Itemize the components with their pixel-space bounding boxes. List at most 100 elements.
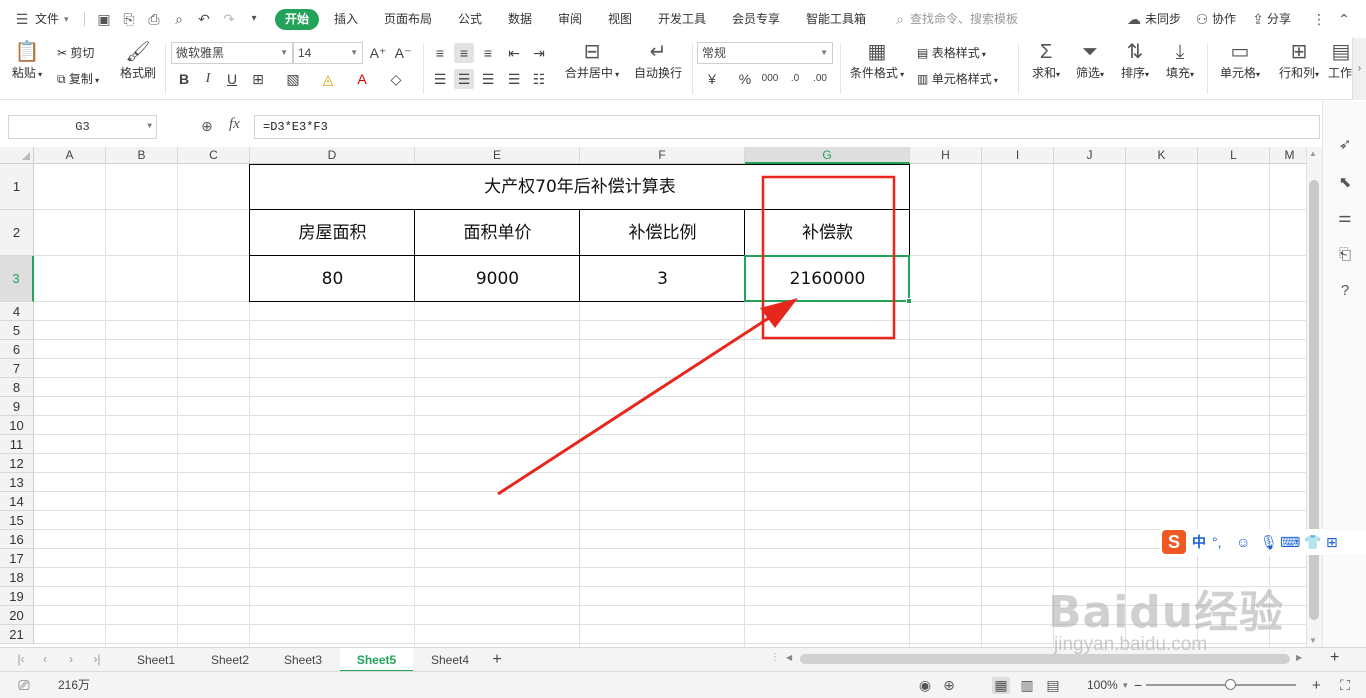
row-header-2[interactable]: 2: [0, 210, 34, 256]
column-header-d[interactable]: D: [250, 147, 415, 164]
grid-menu-icon[interactable]: ⊞: [1326, 533, 1338, 551]
scroll-up-icon[interactable]: ▲: [1309, 149, 1317, 158]
tab-developer[interactable]: 开发工具: [658, 0, 706, 38]
scroll-down-icon[interactable]: ▼: [1309, 636, 1317, 645]
column-header-g[interactable]: G: [745, 147, 910, 164]
sheet-tab-sheet4[interactable]: Sheet4: [414, 648, 486, 672]
justify-icon[interactable]: ☰: [504, 69, 524, 89]
table-style-button[interactable]: ▤ 表格样式 ▾: [917, 44, 986, 61]
align-top-icon[interactable]: ≡: [430, 43, 450, 63]
collapse-ribbon-icon[interactable]: ⌃: [1336, 11, 1352, 27]
column-header-c[interactable]: C: [178, 147, 250, 164]
font-size-select[interactable]: 14 ▼: [293, 42, 363, 64]
fullscreen-icon[interactable]: ⛶: [1336, 677, 1354, 694]
row-header-5[interactable]: 5: [0, 321, 34, 340]
table-title-cell[interactable]: 大产权70年后补偿计算表: [250, 164, 910, 210]
column-header-m[interactable]: M: [1270, 147, 1306, 164]
input-method-icon[interactable]: ⊕: [940, 677, 958, 694]
number-format-select[interactable]: 常规 ▼: [697, 42, 833, 64]
tab-insert[interactable]: 插入: [334, 0, 358, 38]
align-center-icon[interactable]: ☰: [454, 69, 474, 89]
sort-button[interactable]: ⇅ 排序▾: [1117, 40, 1153, 81]
column-header-b[interactable]: B: [106, 147, 178, 164]
column-header-j[interactable]: J: [1054, 147, 1126, 164]
zoom-slider-track[interactable]: [1146, 684, 1296, 686]
tab-smart-toolbox[interactable]: 智能工具箱: [806, 0, 866, 38]
tab-formulas[interactable]: 公式: [458, 0, 482, 38]
row-header-13[interactable]: 13: [0, 473, 34, 492]
row-header-7[interactable]: 7: [0, 359, 34, 378]
value-cell-unit-price[interactable]: 9000: [415, 256, 580, 302]
quick-access-dropdown-icon[interactable]: ▾: [246, 11, 262, 27]
worksheet-button[interactable]: ▤ 工作: [1328, 40, 1352, 81]
align-bottom-icon[interactable]: ≡: [478, 43, 498, 63]
scroll-right-icon[interactable]: ▶: [1296, 653, 1302, 662]
fill-color-icon[interactable]: ▧: [283, 69, 303, 89]
decrease-decimal-icon[interactable]: .00: [810, 69, 830, 89]
column-header-h[interactable]: H: [910, 147, 982, 164]
italic-icon[interactable]: I: [198, 69, 218, 89]
wrap-text-button[interactable]: ↵ 自动换行: [630, 40, 686, 81]
row-header-10[interactable]: 10: [0, 416, 34, 435]
highlight-icon[interactable]: ◬: [318, 69, 338, 89]
print-preview-icon[interactable]: ⌕: [171, 11, 187, 27]
ribbon-scroll-right-icon[interactable]: ›: [1352, 38, 1366, 100]
fill-button[interactable]: ⤓ 填充▾: [1162, 40, 1198, 81]
zoom-in-icon[interactable]: +: [1330, 649, 1339, 667]
value-cell-compensation-ratio[interactable]: 3: [580, 256, 745, 302]
header-cell-compensation-amount[interactable]: 补偿款: [745, 210, 910, 256]
first-sheet-icon[interactable]: |‹: [14, 651, 28, 667]
skin-shirt-icon[interactable]: 👕: [1304, 533, 1321, 551]
fill-handle[interactable]: [906, 298, 912, 304]
search-icon[interactable]: ⌕: [892, 11, 908, 27]
column-header-a[interactable]: A: [34, 147, 106, 164]
sheet-tab-sheet3[interactable]: Sheet3: [267, 648, 339, 672]
microphone-icon[interactable]: 🎙: [1260, 533, 1278, 551]
cell-style-button[interactable]: ▥ 单元格样式 ▾: [917, 70, 998, 87]
command-search-input[interactable]: 查找命令、搜索模板: [910, 0, 1018, 38]
sum-readout[interactable]: 216万: [58, 672, 90, 698]
row-header-12[interactable]: 12: [0, 454, 34, 473]
row-header-16[interactable]: 16: [0, 530, 34, 549]
backup-icon[interactable]: ⎗: [1335, 245, 1355, 265]
sheet-tab-sheet1[interactable]: Sheet1: [120, 648, 192, 672]
cut-button[interactable]: ✂ 剪切: [57, 44, 94, 61]
next-sheet-icon[interactable]: ›: [64, 651, 78, 667]
last-sheet-icon[interactable]: ›|: [90, 651, 104, 667]
save-icon[interactable]: ▣: [96, 11, 112, 27]
hamburger-menu-icon[interactable]: ☰: [14, 11, 30, 27]
cloud-sync-icon[interactable]: ☁: [1126, 11, 1142, 27]
merge-center-button[interactable]: ⊟ 合并居中 ▾: [561, 40, 623, 81]
column-header-f[interactable]: F: [580, 147, 745, 164]
header-cell-compensation-ratio[interactable]: 补偿比例: [580, 210, 745, 256]
increase-font-icon[interactable]: A⁺: [368, 43, 388, 63]
tab-page-layout[interactable]: 页面布局: [384, 0, 432, 38]
zoom-level[interactable]: 100%: [1087, 672, 1118, 698]
row-header-15[interactable]: 15: [0, 511, 34, 530]
page-break-view-icon[interactable]: ▤: [1044, 677, 1062, 694]
share-button[interactable]: 分享: [1267, 0, 1291, 38]
conditional-format-button[interactable]: ▦ 条件格式 ▾: [847, 40, 907, 81]
tab-view[interactable]: 视图: [608, 0, 632, 38]
copy-button[interactable]: ⧉ 复制 ▾: [57, 70, 99, 87]
zoom-out-icon[interactable]: −: [1134, 672, 1142, 698]
header-cell-house-area[interactable]: 房屋面积: [250, 210, 415, 256]
help-icon[interactable]: ?: [1335, 281, 1355, 301]
spreadsheet-grid[interactable]: ABCDEFGHIJKLM 1 2 3 4 5 6 7 8 9 10 11 12 13 14 15 16 17 1…: [0, 147, 1306, 647]
rocket-icon[interactable]: ➶: [1335, 135, 1355, 155]
eye-protection-icon[interactable]: ◉: [916, 677, 934, 694]
bold-icon[interactable]: B: [174, 69, 194, 89]
cell-mode-icon[interactable]: ⎚: [15, 677, 33, 694]
scroll-left-icon[interactable]: ◀: [786, 653, 792, 662]
column-header-l[interactable]: L: [1198, 147, 1270, 164]
currency-icon[interactable]: ¥: [702, 69, 722, 89]
function-icon[interactable]: fx: [229, 116, 240, 133]
tab-splitter-icon[interactable]: ⋮: [770, 652, 780, 663]
share-icon[interactable]: ⇪: [1250, 11, 1266, 27]
row-header-4[interactable]: 4: [0, 302, 34, 321]
borders-icon[interactable]: ⊞: [248, 69, 268, 89]
row-header-21[interactable]: 21: [0, 625, 34, 644]
normal-view-icon[interactable]: ▦: [992, 677, 1010, 694]
font-name-select[interactable]: 微软雅黑 ▼: [171, 42, 293, 64]
filter-button[interactable]: ⏷ 筛选▾: [1072, 40, 1108, 81]
